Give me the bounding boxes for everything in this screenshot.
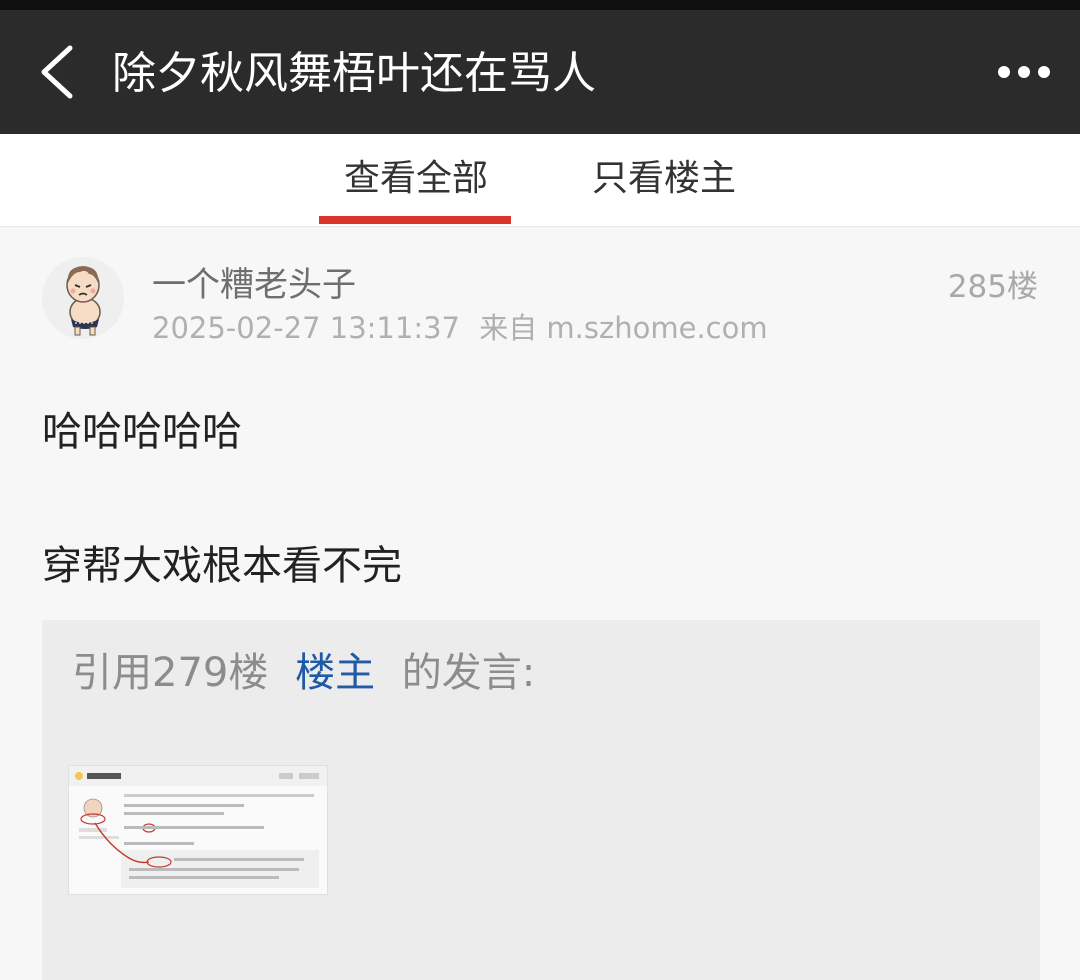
quote-suffix: 的发言: [401, 650, 536, 696]
post-source: 来自 m.szhome.com [479, 311, 768, 345]
more-dots-icon [998, 66, 1050, 78]
tab-view-all[interactable]: 查看全部 [344, 154, 488, 204]
more-button[interactable] [992, 54, 1056, 90]
floor-number: 285楼 [947, 269, 1038, 305]
screenshot-thumbnail [69, 766, 327, 894]
post-author[interactable]: 一个糟老头子 [152, 257, 356, 306]
quoted-screenshot-image[interactable] [68, 765, 328, 895]
quote-author-link[interactable]: 楼主 [295, 650, 375, 696]
post-timestamp: 2025-02-27 13:11:37 [152, 311, 460, 345]
quote-header: 引用279楼 楼主 的发言: [72, 640, 535, 698]
top-bar: 除夕秋风舞梧叶还在骂人 [0, 0, 1080, 134]
post-meta: 2025-02-27 13:11:37 来自 m.szhome.com [152, 305, 768, 347]
back-button[interactable] [30, 42, 90, 102]
cartoon-old-man-icon [42, 257, 124, 339]
active-tab-indicator [319, 216, 511, 224]
status-strip [0, 0, 1080, 10]
tab-op-only[interactable]: 只看楼主 [592, 154, 736, 204]
quoted-post: 引用279楼 楼主 的发言: [42, 620, 1040, 980]
post-text-line-2: 穿帮大戏根本看不完 [42, 543, 402, 589]
post-text-line-1: 哈哈哈哈哈 [42, 409, 242, 455]
quote-prefix: 引用279楼 [72, 650, 269, 696]
post-item: 一个糟老头子 2025-02-27 13:11:37 来自 m.szhome.c… [0, 227, 1080, 980]
chevron-left-icon [41, 45, 73, 99]
page-title: 除夕秋风舞梧叶还在骂人 [112, 48, 596, 99]
tab-bar: 查看全部 只看楼主 [0, 134, 1080, 227]
avatar[interactable] [42, 257, 124, 339]
